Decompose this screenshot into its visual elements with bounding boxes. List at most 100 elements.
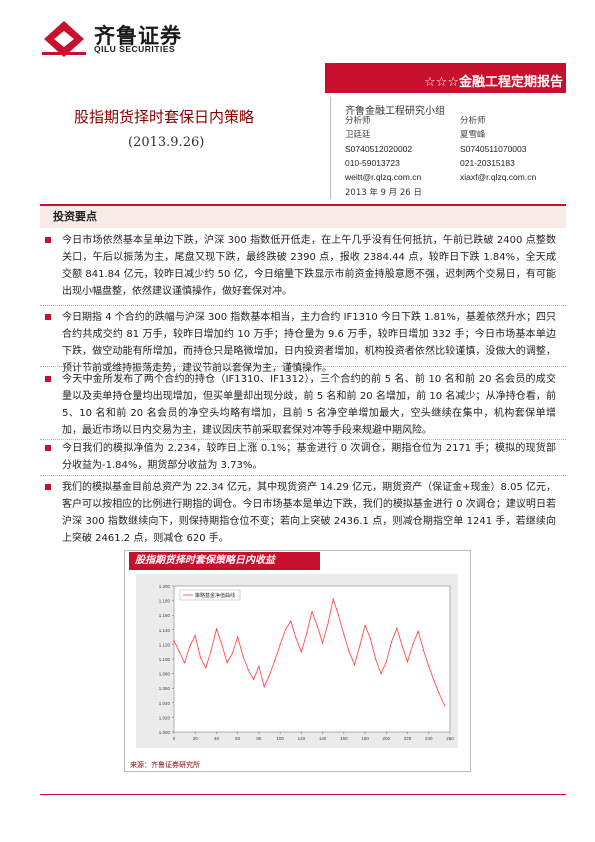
bullet-square-icon	[45, 376, 51, 382]
data-point	[385, 661, 387, 663]
brand-name-en: QILU SECURITIES	[94, 44, 176, 54]
data-point	[391, 640, 393, 643]
data-point	[189, 645, 191, 647]
data-point	[444, 705, 446, 707]
data-point	[428, 665, 430, 667]
y-tick-label: 1.020	[159, 715, 171, 720]
data-point	[327, 623, 329, 625]
analyst-license: S0740512020002	[345, 144, 413, 154]
divider	[40, 366, 566, 367]
legend-label: 策略基金净值曲线	[195, 592, 235, 599]
y-tick-label: 1.180	[159, 599, 171, 604]
analyst-phone: 010-59013723	[345, 158, 400, 168]
x-tick-label: 180	[361, 736, 369, 741]
data-point	[226, 662, 228, 664]
y-tick-label: 1.060	[159, 686, 171, 691]
data-point	[359, 645, 361, 647]
data-point	[184, 662, 186, 664]
divider	[40, 305, 566, 306]
data-point	[401, 645, 403, 647]
figure-source: 来源：齐鲁证券研究所	[130, 761, 200, 769]
y-tick-label: 1.000	[159, 730, 171, 735]
x-tick-label: 240	[425, 736, 433, 741]
data-point	[284, 629, 287, 631]
analyst-license: S0740511070003	[460, 144, 527, 154]
x-tick-label: 120	[298, 736, 306, 741]
bullet-square-icon	[45, 484, 51, 490]
section-header-bar	[40, 204, 566, 228]
data-point	[300, 651, 302, 653]
y-tick-label: 1.100	[159, 657, 171, 662]
data-point	[210, 649, 212, 651]
x-tick-label: 220	[404, 736, 412, 741]
data-point	[396, 627, 398, 629]
data-point	[242, 655, 244, 657]
data-point	[369, 637, 371, 640]
qilu-logo-icon	[42, 21, 86, 57]
y-tick-label: 1.040	[159, 701, 171, 706]
analyst-role: 分析师	[460, 116, 486, 126]
analyst-card-1: 分析师 卫廷廷 S0740512020002 010-59013723 weit…	[345, 114, 421, 184]
data-point	[279, 643, 281, 645]
data-point	[215, 628, 218, 630]
data-point	[417, 630, 419, 632]
key-point: 今日市场依然基本呈单边下跌，沪深 300 指数低开低走，在上午几乎没有任何抵抗，…	[40, 232, 556, 300]
report-type-banner: ☆☆☆金融工程定期报告	[424, 75, 563, 90]
analyst-name: 卫廷廷	[345, 130, 371, 140]
y-tick-label: 1.120	[159, 642, 171, 647]
data-point	[199, 656, 202, 659]
data-point	[268, 674, 271, 676]
data-point	[337, 614, 340, 616]
key-point: 今日我们的模拟净值为 2.234，较昨日上涨 0.1%；基金进行 0 次调仓，期…	[40, 440, 556, 474]
report-title: 股指期货择时套保日内策略	[74, 108, 255, 126]
x-tick-label: 0	[173, 736, 176, 741]
x-tick-label: 200	[383, 736, 391, 741]
x-tick-label: 160	[340, 736, 348, 741]
data-point	[306, 632, 308, 635]
data-point	[375, 658, 377, 660]
data-point	[380, 673, 382, 675]
data-point	[263, 686, 265, 688]
bullet-square-icon	[45, 314, 51, 320]
analyst-email[interactable]: xiaxf@r.qlzq.com.cn	[460, 170, 536, 184]
x-tick-label: 20	[193, 736, 199, 741]
data-point	[348, 651, 350, 653]
report-date: (2013.9.26)	[128, 135, 205, 150]
publish-date: 2013 年 9 月 26 日	[345, 188, 422, 198]
data-point	[274, 659, 276, 662]
y-tick-label: 1.080	[159, 672, 171, 677]
nav-line-chart: 1.200 1.180 1.160 1.140 1.120 1.100 1.080 1.060…	[159, 584, 455, 741]
x-tick-label: 40	[214, 736, 220, 741]
figure-title: 股指期货择时套保策略日内收益	[129, 552, 320, 570]
column-divider	[330, 97, 331, 199]
key-point-text: 我们的模拟基金目前总资产为 22.34 亿元，其中现货资产 14.29 亿元，期…	[62, 482, 556, 544]
data-point	[311, 610, 313, 613]
data-point	[258, 665, 260, 667]
data-point	[353, 664, 356, 666]
data-point	[221, 643, 223, 645]
data-point	[295, 637, 297, 640]
key-point-text: 今日我们的模拟净值为 2.234，较昨日上涨 0.1%；基金进行 0 次调仓，期…	[62, 443, 556, 471]
data-point	[343, 633, 345, 635]
analyst-phone: 021-20315183	[460, 158, 515, 168]
x-tick-label: 100	[276, 736, 284, 741]
data-point	[316, 625, 318, 627]
data-point	[412, 643, 414, 645]
header-bar-blank	[40, 63, 325, 93]
x-tick-label: 140	[319, 736, 327, 741]
key-point-text: 今天中金所发布了两个合约的持仓（IF1310、IF1312），三个合约的前 5 …	[62, 374, 556, 436]
data-point	[290, 620, 292, 622]
data-point	[237, 636, 239, 638]
analyst-role: 分析师	[345, 116, 371, 126]
key-point: 我们的模拟基金目前总资产为 22.34 亿元，其中现货资产 14.29 亿元，期…	[40, 479, 556, 547]
data-point	[194, 635, 196, 637]
analyst-email[interactable]: weitt@r.qlzq.com.cn	[345, 170, 421, 184]
data-point	[231, 652, 233, 654]
x-tick-label: 80	[256, 736, 262, 741]
data-point	[322, 642, 324, 644]
section-title: 投资要点	[53, 210, 97, 223]
data-point	[178, 651, 180, 653]
y-tick-label: 1.160	[159, 613, 171, 618]
data-point	[205, 667, 207, 669]
key-point-text: 今日市场依然基本呈单边下跌，沪深 300 指数低开低走，在上午几乎没有任何抵抗，…	[62, 235, 556, 297]
